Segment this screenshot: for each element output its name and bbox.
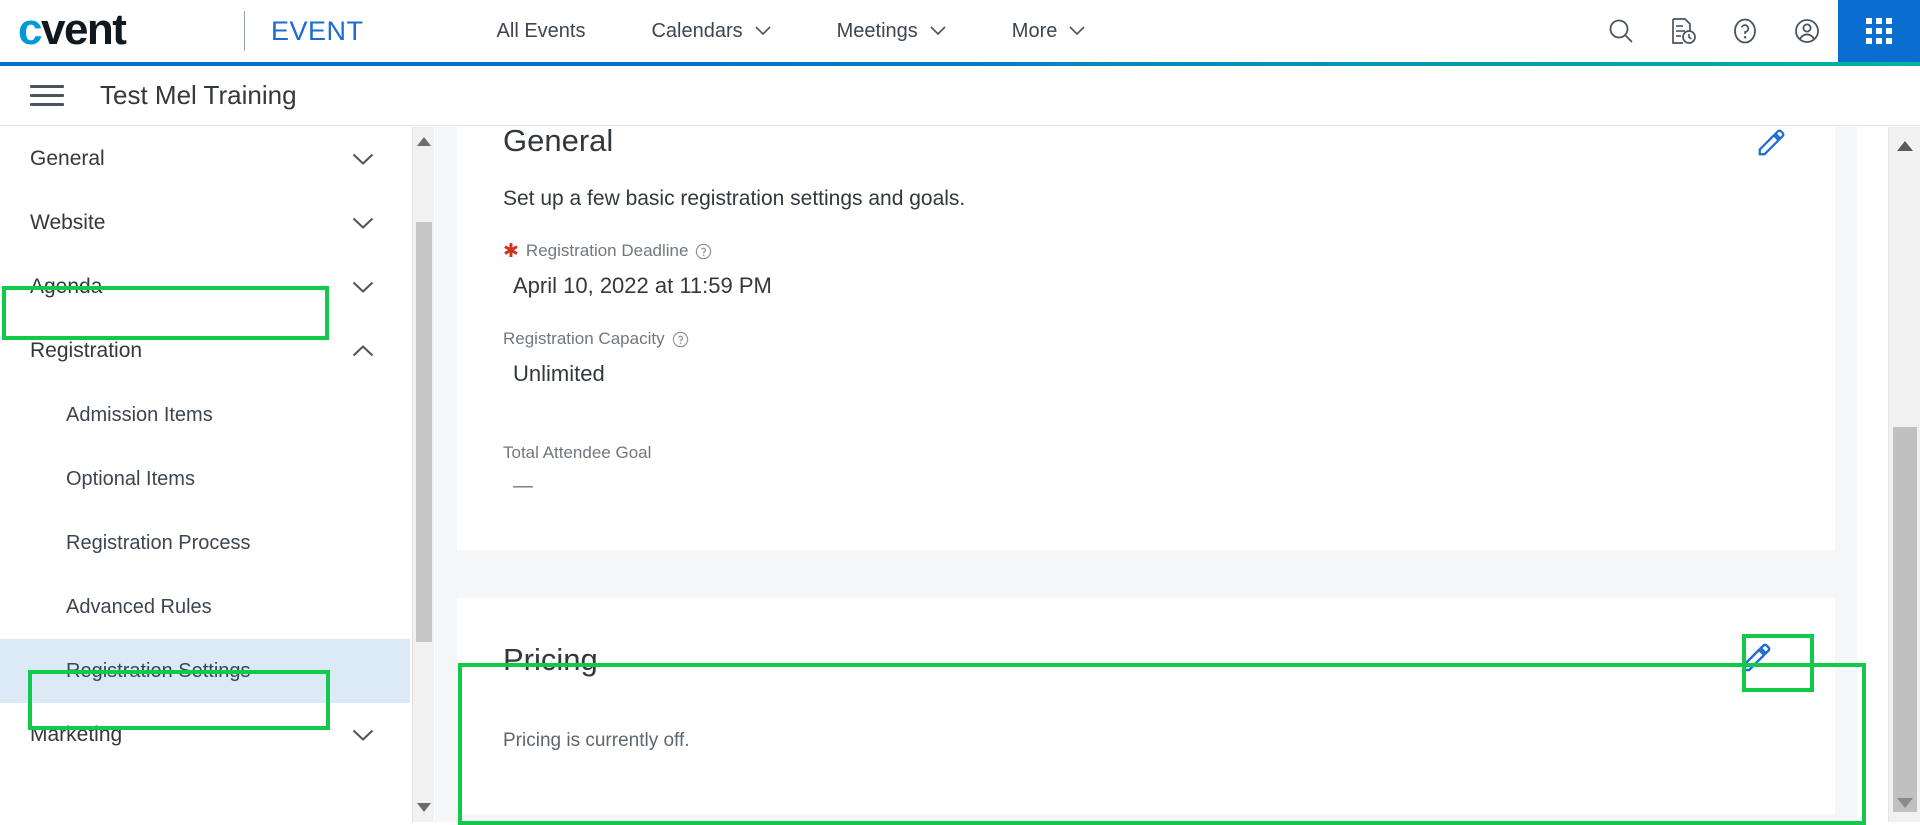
nav-more[interactable]: More bbox=[979, 0, 1119, 62]
content-scrollbar[interactable] bbox=[1888, 127, 1920, 822]
sidebar-item-advanced-rules[interactable]: Advanced Rules bbox=[0, 575, 410, 639]
pricing-status-text: Pricing is currently off. bbox=[503, 730, 1789, 752]
sidebar-nav: General Website Agenda Registration Admi… bbox=[0, 127, 410, 822]
field-total-attendee-goal: Total Attendee Goal — bbox=[503, 443, 1789, 498]
chevron-up-icon bbox=[352, 345, 374, 358]
sidebar-scrollbar[interactable] bbox=[412, 127, 434, 822]
brand-divider bbox=[244, 11, 245, 51]
help-icon[interactable] bbox=[672, 331, 689, 348]
general-card-title: General bbox=[503, 127, 1789, 159]
general-card: General Set up a few basic registration … bbox=[457, 127, 1835, 550]
sidebar-item-website[interactable]: Website bbox=[0, 191, 410, 255]
sidebar-item-label: Registration Process bbox=[66, 532, 251, 555]
field-label: Total Attendee Goal bbox=[503, 443, 1789, 463]
chevron-down-icon bbox=[352, 217, 374, 230]
chevron-down-icon bbox=[930, 26, 946, 36]
content-scroll-thumb[interactable] bbox=[1893, 427, 1917, 812]
field-value: April 10, 2022 at 11:59 PM bbox=[503, 273, 1789, 299]
app-grid-dots bbox=[1866, 18, 1892, 44]
field-label-text: Total Attendee Goal bbox=[503, 443, 651, 463]
cvent-logo[interactable]: cvent bbox=[18, 9, 218, 53]
app-launcher-icon[interactable] bbox=[1838, 0, 1920, 62]
brand-area: cvent EVENT bbox=[0, 9, 364, 53]
nav-more-label: More bbox=[1012, 20, 1058, 43]
sidebar-item-label: Registration Settings bbox=[66, 660, 251, 683]
pencil-edit-icon bbox=[1740, 642, 1772, 674]
sidebar-item-registration-process[interactable]: Registration Process bbox=[0, 511, 410, 575]
sidebar-item-optional-items[interactable]: Optional Items bbox=[0, 447, 410, 511]
chevron-down-icon bbox=[352, 281, 374, 294]
sidebar-item-label: Admission Items bbox=[66, 404, 213, 427]
general-card-subtitle: Set up a few basic registration settings… bbox=[503, 187, 1789, 211]
field-value: — bbox=[503, 475, 1789, 498]
sidebar-item-label: Agenda bbox=[30, 275, 102, 299]
scroll-up-arrow[interactable] bbox=[1897, 141, 1913, 151]
sidebar-item-general[interactable]: General bbox=[0, 127, 410, 191]
main-nav: All Events Calendars Meetings More bbox=[464, 0, 1119, 62]
field-label: Registration Capacity bbox=[503, 329, 1789, 349]
chevron-down-icon bbox=[1069, 26, 1085, 36]
product-label: EVENT bbox=[271, 16, 364, 47]
sidebar-item-admission-items[interactable]: Admission Items bbox=[0, 383, 410, 447]
pricing-card-title: Pricing bbox=[503, 642, 1789, 678]
nav-calendars[interactable]: Calendars bbox=[618, 0, 803, 62]
sidebar-item-label: Website bbox=[30, 211, 105, 235]
top-icon-group bbox=[1590, 0, 1920, 62]
nav-all-events[interactable]: All Events bbox=[464, 0, 619, 62]
sidebar-item-label: Marketing bbox=[30, 723, 122, 747]
svg-text:cvent: cvent bbox=[18, 9, 127, 53]
account-icon[interactable] bbox=[1776, 0, 1838, 62]
sidebar-item-registration[interactable]: Registration bbox=[0, 319, 410, 383]
chevron-down-icon bbox=[352, 729, 374, 742]
field-label: ✱ Registration Deadline bbox=[503, 241, 1789, 261]
pencil-edit-icon bbox=[1756, 128, 1786, 158]
chevron-down-icon bbox=[352, 153, 374, 166]
sidebar-item-label: Advanced Rules bbox=[66, 596, 212, 619]
field-label-text: Registration Deadline bbox=[526, 241, 689, 261]
recent-document-icon[interactable] bbox=[1652, 0, 1714, 62]
sidebar-item-label: Optional Items bbox=[66, 468, 195, 491]
edit-pricing-button[interactable] bbox=[1729, 634, 1783, 682]
sidebar-item-registration-settings[interactable]: Registration Settings bbox=[0, 639, 410, 703]
hamburger-menu-icon[interactable] bbox=[30, 79, 64, 112]
chevron-down-icon bbox=[755, 26, 771, 36]
nav-meetings[interactable]: Meetings bbox=[804, 0, 979, 62]
nav-meetings-label: Meetings bbox=[837, 20, 918, 43]
field-registration-deadline: ✱ Registration Deadline April 10, 2022 a… bbox=[503, 241, 1789, 299]
event-header-bar: Test Mel Training bbox=[0, 66, 1920, 126]
required-asterisk: ✱ bbox=[503, 242, 519, 261]
main-content: General Set up a few basic registration … bbox=[435, 127, 1857, 822]
page-title: Test Mel Training bbox=[100, 80, 297, 111]
scroll-up-arrow[interactable] bbox=[417, 137, 431, 146]
help-icon[interactable] bbox=[695, 243, 712, 260]
sidebar-item-label: Registration bbox=[30, 339, 142, 363]
sidebar-item-agenda[interactable]: Agenda bbox=[0, 255, 410, 319]
sidebar-item-marketing[interactable]: Marketing bbox=[0, 703, 410, 767]
nav-all-events-label: All Events bbox=[497, 20, 586, 43]
help-icon[interactable] bbox=[1714, 0, 1776, 62]
sidebar-scroll-thumb[interactable] bbox=[416, 222, 432, 642]
field-registration-capacity: Registration Capacity Unlimited bbox=[503, 329, 1789, 387]
nav-calendars-label: Calendars bbox=[651, 20, 742, 43]
top-navigation-bar: cvent EVENT All Events Calendars Meeting… bbox=[0, 0, 1920, 62]
scroll-down-arrow[interactable] bbox=[417, 803, 431, 812]
field-label-text: Registration Capacity bbox=[503, 329, 665, 349]
field-value: Unlimited bbox=[503, 361, 1789, 387]
scroll-down-arrow[interactable] bbox=[1897, 798, 1913, 808]
edit-general-button[interactable] bbox=[1749, 127, 1793, 165]
pricing-card: Pricing Pricing is currently off. bbox=[457, 598, 1835, 814]
sidebar-item-label: General bbox=[30, 147, 105, 171]
search-icon[interactable] bbox=[1590, 0, 1652, 62]
